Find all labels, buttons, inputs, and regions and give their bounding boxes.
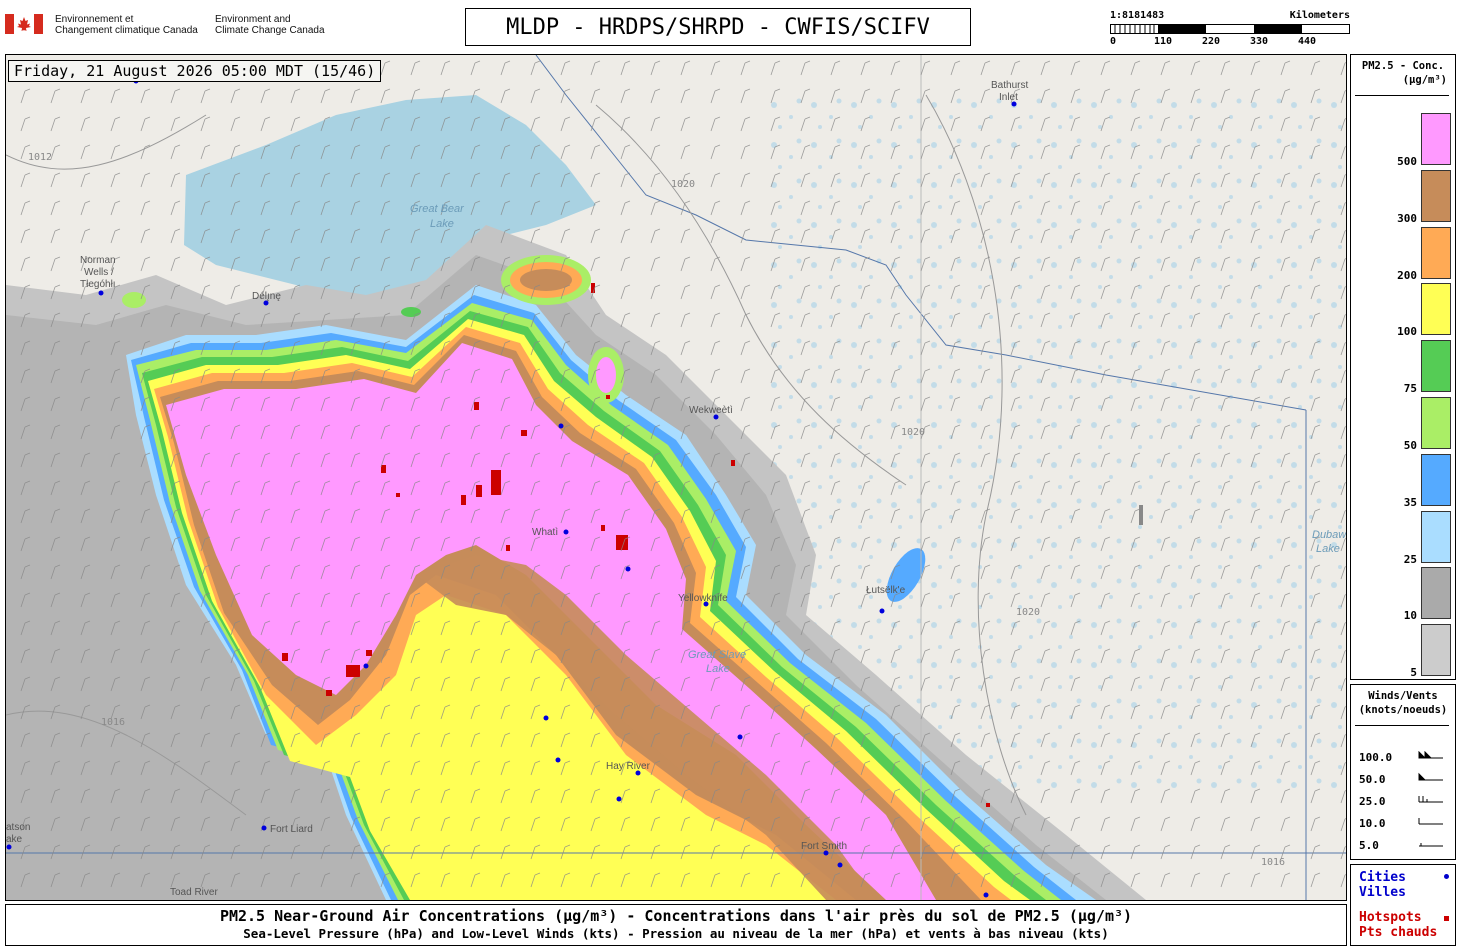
- legend-level-label: 75: [1403, 382, 1417, 396]
- legend-swatch: [1421, 567, 1451, 620]
- city-label-fort-smith: Fort Smith: [801, 841, 847, 852]
- hotspot-square-icon: [1444, 916, 1449, 921]
- wind-speed-label: 10.0: [1359, 817, 1386, 830]
- lake-label-great-slave: Great Slave: [688, 649, 746, 661]
- hotspots-label-fr: Pts chauds: [1359, 925, 1438, 940]
- dept-name-en-line2: Climate Change Canada: [215, 25, 325, 36]
- scale-tick: 330: [1250, 36, 1269, 47]
- scale-ratio: 1:8181483: [1110, 10, 1165, 21]
- city-label-bathurst-inlet: Bathurst: [991, 80, 1028, 91]
- cities-label-en: Cities: [1359, 870, 1406, 885]
- scale-bar: 1:8181483 Kilometers 0 110 220 330 440: [1110, 10, 1350, 50]
- city-label-watson-lake: ake: [6, 834, 23, 845]
- dept-name-fr-line2: Changement climatique Canada: [55, 25, 198, 36]
- legend-level-label: 50: [1403, 439, 1417, 452]
- legend-swatch: [1421, 226, 1451, 279]
- forecast-timestamp: Friday, 21 August 2026 05:00 MDT (15/46): [8, 60, 382, 82]
- legend-level-label: 5: [1410, 666, 1417, 680]
- legend-level-label: 500: [1397, 155, 1417, 168]
- lake-label-dubawnt: Lake: [1316, 543, 1340, 555]
- legend-swatch: [1421, 283, 1451, 336]
- wind-speed-label: 50.0: [1359, 773, 1386, 786]
- legend-swatch: [1421, 340, 1451, 393]
- city-label-deline: Délı̨nę: [252, 291, 281, 302]
- wind-speed-label: 25.0: [1359, 795, 1386, 808]
- cities-label-fr: Villes: [1359, 885, 1406, 900]
- lake-label-dubawnt: Dubawnt: [1312, 529, 1346, 541]
- legend-swatch: [1421, 397, 1451, 449]
- legend-unit: (µg/m³): [1402, 74, 1447, 86]
- canada-flag-icon: [5, 14, 43, 34]
- city-label-wekweeti: Wekweètì: [689, 405, 733, 416]
- concentration-legend: PM2.5 - Conc. (µg/m³) 500 300 200 100 75 50 35…: [1350, 54, 1456, 680]
- legend-swatch: [1421, 169, 1451, 222]
- lake-label-great-bear: Lake: [430, 218, 454, 230]
- city-label-norman-wells: Wells /: [84, 267, 114, 278]
- map-canvas: 1012 1020 1020 1020 1016 1016 Norman Wel…: [6, 55, 1346, 900]
- city-dot-icon: [1444, 874, 1449, 879]
- wind-legend: Winds/Vents (knots/noeuds) 100.0 50.0 25…: [1350, 684, 1456, 860]
- legend-title: PM2.5 - Conc.: [1361, 60, 1445, 72]
- city-label-whati: Whatì: [532, 527, 558, 538]
- dept-name-fr-line1: Environnement et: [55, 14, 134, 25]
- scale-tick: 110: [1154, 36, 1173, 47]
- dept-name-en-line1: Environment and: [215, 14, 291, 25]
- city-label-hay-river: Hay River: [606, 761, 651, 772]
- product-title: MLDP - HRDPS/SHRPD - CWFIS/SCIFV: [465, 8, 971, 46]
- wind-legend-unit: (knots/noeuds): [1358, 704, 1448, 716]
- legend-swatch: [1421, 510, 1451, 563]
- wind-legend-title: Winds/Vents: [1368, 690, 1438, 702]
- lake-label-great-slave: Lake: [706, 663, 730, 675]
- isobar-label: 1016: [101, 717, 125, 728]
- legend-level-label: 200: [1397, 268, 1417, 282]
- map-caption: PM2.5 Near-Ground Air Concentrations (µg…: [5, 904, 1347, 946]
- city-label-bathurst-inlet: Inlet: [999, 92, 1018, 103]
- city-label-yellowknife: Yellowknife: [678, 593, 728, 604]
- scale-tick: 0: [1110, 36, 1117, 47]
- scale-unit: Kilometers: [1289, 10, 1350, 21]
- wind-barb-icons: [1418, 751, 1443, 847]
- scale-tick: 440: [1298, 36, 1317, 47]
- legend-level-label: 10: [1403, 609, 1417, 623]
- isobar-label: 1012: [28, 152, 52, 163]
- wind-speed-label: 5.0: [1359, 839, 1379, 852]
- legend-level-label: 300: [1397, 211, 1417, 225]
- legend-level-label: 35: [1403, 495, 1417, 509]
- isobar-label: 1020: [1016, 607, 1040, 618]
- government-wordmark: Environnement et Changement climatique C…: [5, 12, 335, 42]
- legend-swatch: [1421, 624, 1451, 677]
- lake-label-great-bear: Great Bear: [410, 203, 465, 215]
- city-label-norman-wells: Tłegóhłı: [80, 279, 116, 290]
- caption-line2: Sea-Level Pressure (hPa) and Low-Level W…: [243, 926, 1109, 941]
- city-label-norman-wells: Norman: [80, 255, 116, 266]
- scale-tick: 220: [1202, 36, 1221, 47]
- caption-line1: PM2.5 Near-Ground Air Concentrations (µg…: [219, 907, 1133, 925]
- legend-level-label: 25: [1403, 552, 1417, 566]
- city-label-lutselke: Łutsëlk'e: [866, 585, 906, 596]
- legend-swatch: [1421, 113, 1451, 165]
- forecast-map[interactable]: 1012 1020 1020 1020 1016 1016 Norman Wel…: [5, 54, 1347, 901]
- city-label-fort-liard: Fort Liard: [270, 824, 313, 835]
- city-label-toad-river: Toad River: [170, 887, 218, 898]
- scale-graphic: [1110, 24, 1350, 34]
- legend-swatch: [1421, 453, 1451, 506]
- legend-level-label: 100: [1397, 325, 1417, 339]
- points-legend: Cities Villes Hotspots Pts chauds: [1350, 864, 1456, 946]
- city-label-watson-lake: atson: [6, 822, 30, 833]
- wind-speed-label: 100.0: [1359, 751, 1393, 764]
- hotspots-label-en: Hotspots: [1359, 910, 1422, 925]
